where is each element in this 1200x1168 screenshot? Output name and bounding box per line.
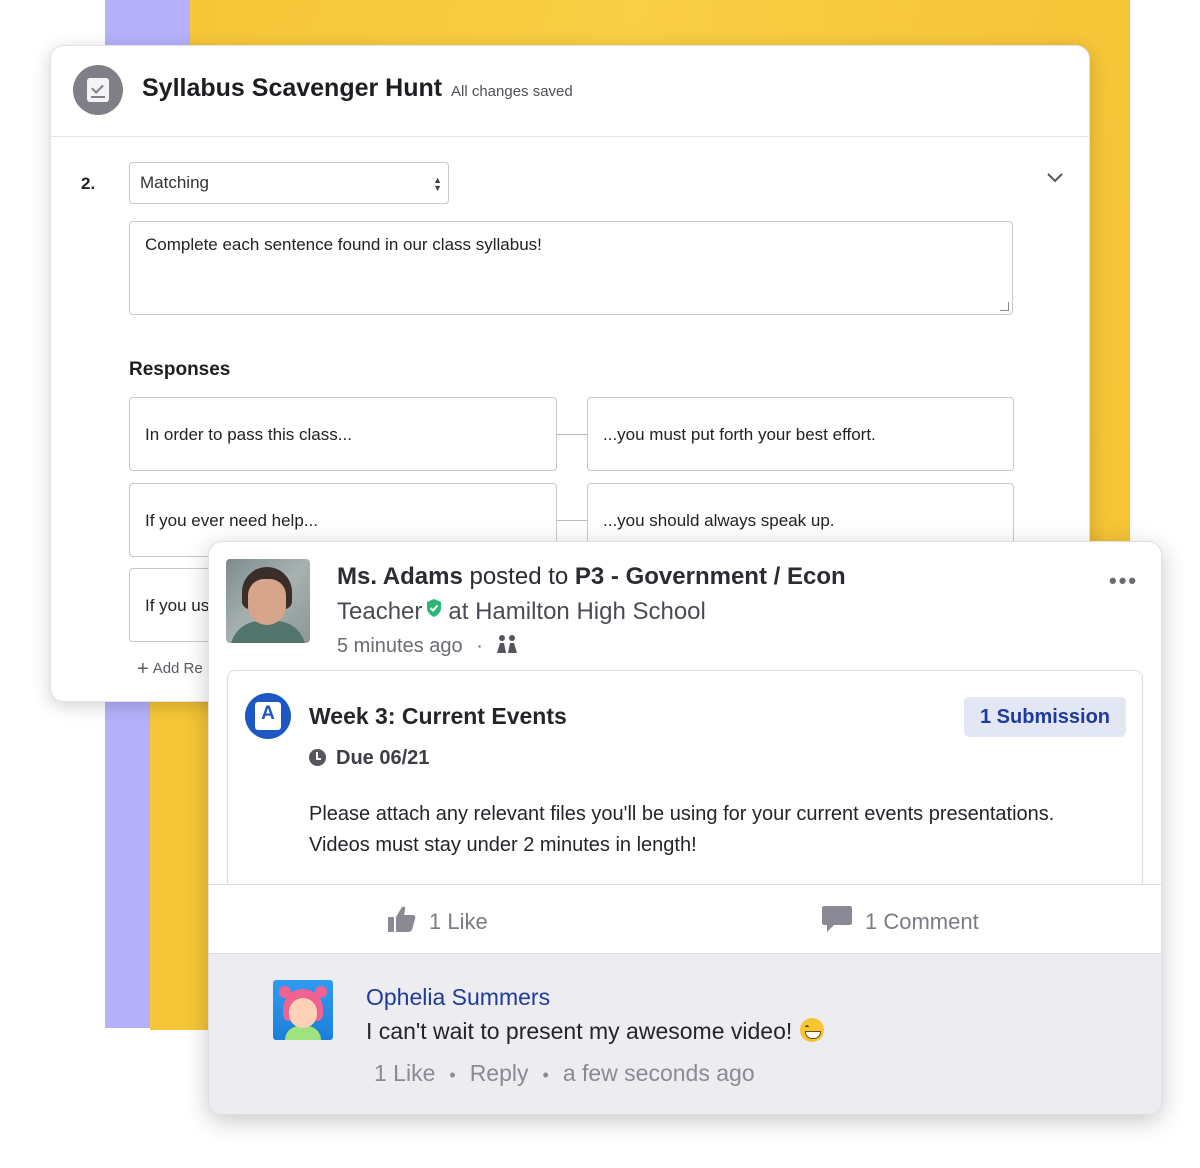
assignment-card[interactable]: A Week 3: Current Events 1 Submission Du… [227, 670, 1143, 910]
comment-author-link[interactable]: Ophelia Summers [366, 984, 550, 1011]
speech-bubble-icon [822, 906, 852, 932]
responses-heading: Responses [129, 359, 231, 380]
post-header-line: Ms. Adams posted to P3 - Government / Ec… [337, 563, 846, 591]
post-actions-bar: 1 Like 1 Comment [209, 884, 1161, 953]
comment-text: I can't wait to present my awesome video… [366, 1018, 825, 1045]
quiz-title: Syllabus Scavenger Hunt [142, 74, 443, 102]
comment-reply-button[interactable]: Reply [470, 1060, 529, 1086]
select-updown-icon: ▲ ▼ [433, 175, 442, 193]
question-type-select[interactable]: Matching ▲ ▼ [129, 162, 449, 204]
question-prompt-text: Complete each sentence found in our clas… [145, 235, 542, 254]
response-connector [557, 520, 588, 521]
post-author-link[interactable]: Ms. Adams [337, 563, 463, 590]
like-count: 1 Like [429, 909, 488, 934]
separator-dot: • [542, 1065, 549, 1085]
comment-count: 1 Comment [865, 909, 979, 934]
chevron-down-icon[interactable] [1047, 173, 1063, 187]
post-role-line: Teacher at Hamilton High School [337, 598, 706, 626]
response-connector [557, 434, 588, 435]
quiz-header: Syllabus Scavenger Hunt All changes save… [51, 46, 1089, 137]
audience-group-icon [497, 635, 518, 653]
assignment-icon: A [245, 693, 291, 739]
verified-shield-icon [427, 599, 442, 617]
due-date-text: Due 06/21 [336, 747, 430, 769]
posted-to-text: posted to [469, 563, 569, 590]
due-date: Due 06/21 [309, 747, 429, 770]
comment-body: I can't wait to present my awesome video… [366, 1018, 793, 1044]
avatar[interactable] [226, 559, 310, 643]
save-status: All changes saved [451, 83, 573, 100]
comment-timestamp: a few seconds ago [562, 1060, 755, 1086]
add-response-button[interactable]: + Add Re [137, 658, 203, 681]
submission-badge[interactable]: 1 Submission [964, 697, 1126, 737]
avatar[interactable] [273, 980, 333, 1040]
clock-icon [309, 749, 326, 766]
response-right-field[interactable]: ...you must put forth your best effort. [587, 397, 1014, 471]
post-timestamp: 5 minutes ago [337, 635, 463, 657]
author-role: Teacher [337, 598, 423, 625]
thumbs-up-icon [388, 906, 416, 932]
resize-grip-icon[interactable] [1000, 302, 1009, 311]
like-button[interactable]: 1 Like [387, 905, 488, 935]
assignment-title[interactable]: Week 3: Current Events [309, 703, 567, 730]
response-left-field[interactable]: In order to pass this class... [129, 397, 557, 471]
plus-icon: + [137, 658, 149, 680]
comment-like-button[interactable]: 1 Like [374, 1060, 435, 1086]
assignment-description: Please attach any relevant files you'll … [309, 803, 1055, 856]
comment-meta: 1 Like • Reply • a few seconds ago [374, 1060, 755, 1087]
grinning-emoji-icon [800, 1018, 825, 1042]
post-group-link[interactable]: P3 - Government / Econ [575, 563, 846, 590]
post-card: Ms. Adams posted to P3 - Government / Ec… [208, 541, 1162, 1115]
add-response-label: Add Re [152, 660, 203, 677]
question-number: 2. [81, 174, 96, 193]
comment-button[interactable]: 1 Comment [821, 905, 979, 935]
separator-dot: • [449, 1065, 456, 1085]
post-time-line: 5 minutes ago · [337, 634, 518, 658]
separator-dot: · [476, 635, 483, 657]
question-type-value: Matching [140, 173, 209, 192]
more-options-icon[interactable]: ••• [1109, 568, 1138, 594]
comment-section: Ophelia Summers I can't wait to present … [209, 953, 1161, 1114]
question-prompt-field[interactable]: Complete each sentence found in our clas… [129, 221, 1013, 315]
quiz-checklist-icon [73, 65, 123, 115]
author-school: at Hamilton High School [448, 598, 706, 625]
